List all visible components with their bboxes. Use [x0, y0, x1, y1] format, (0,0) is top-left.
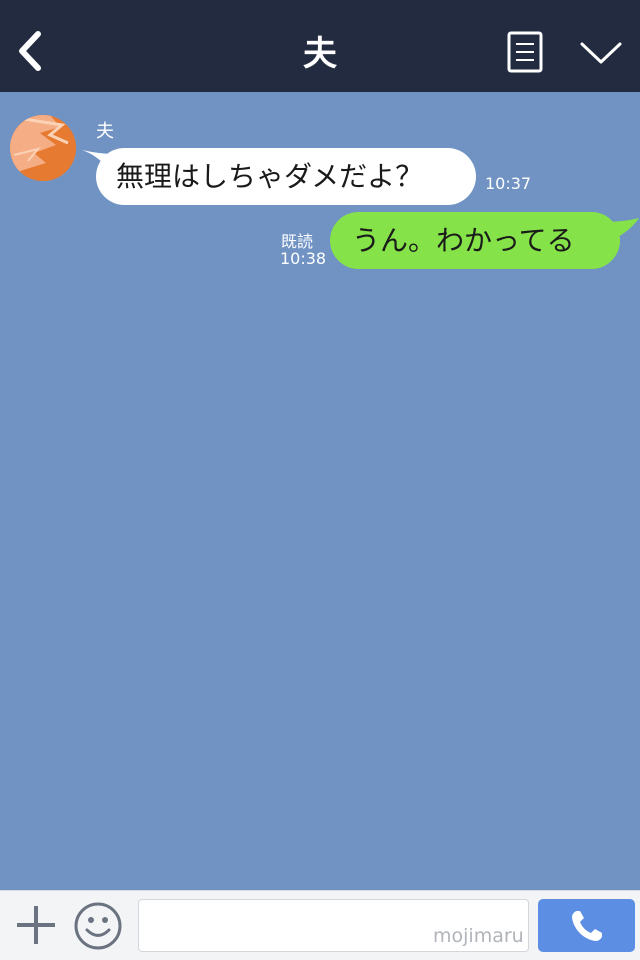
message-time: 10:38	[280, 249, 327, 268]
call-button[interactable]	[538, 899, 635, 952]
header-bar: 夫	[0, 0, 640, 92]
sender-name: 夫	[96, 121, 114, 142]
menu-toggle-button[interactable]	[578, 38, 624, 68]
message-text: 無理はしちゃダメだよ？	[116, 160, 424, 193]
smiley-icon	[74, 902, 122, 950]
message-time: 10:37	[485, 174, 532, 193]
note-icon	[507, 31, 543, 73]
avatar-image	[10, 115, 76, 181]
incoming-message-bubble[interactable]: 無理はしちゃダメだよ？	[96, 148, 476, 205]
input-bar: mojimaru	[0, 890, 640, 960]
avatar[interactable]	[10, 115, 76, 181]
plus-icon	[17, 906, 55, 944]
outgoing-message-bubble[interactable]: うん。わかってる	[330, 212, 620, 269]
watermark: mojimaru	[433, 925, 524, 947]
chat-title: 夫	[303, 34, 337, 74]
emoji-button[interactable]	[73, 901, 123, 951]
chevron-down-icon	[580, 42, 622, 64]
message-text: うん。わかってる	[352, 224, 575, 257]
phone-icon	[572, 911, 602, 941]
chat-area[interactable]: 夫 無理はしちゃダメだよ？ 10:37 既読 10:38 うん。わかってる	[0, 92, 640, 890]
memo-button[interactable]	[507, 31, 543, 73]
add-attachment-button[interactable]	[14, 903, 58, 947]
